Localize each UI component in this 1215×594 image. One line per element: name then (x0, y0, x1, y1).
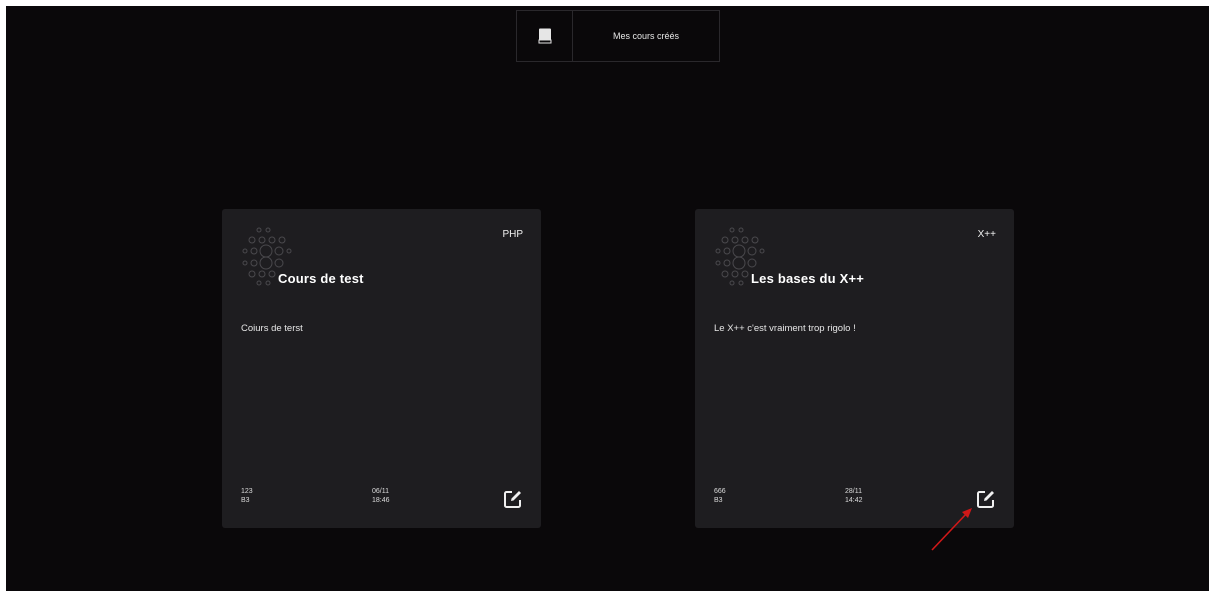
course-code-level: 666 B3 (714, 487, 726, 505)
tab-label: Mes cours créés (612, 31, 680, 41)
course-card[interactable]: X++ Les bases du X++ Le X++ c'est vraime… (695, 209, 1014, 528)
course-title: Les bases du X++ (751, 271, 865, 286)
course-level: B3 (714, 497, 723, 504)
course-datetime: 28/11 14:42 (845, 487, 863, 505)
course-language: PHP (502, 229, 523, 240)
course-language: X++ (977, 229, 996, 240)
app-screen: Mes cours créés PHP Cours de test Coiurs… (6, 6, 1209, 591)
course-date: 06/11 (372, 488, 389, 495)
course-datetime: 06/11 18:46 (372, 487, 390, 505)
course-time: 14:42 (845, 497, 863, 504)
course-description: Coiurs de terst (241, 323, 303, 334)
course-time: 18:46 (372, 497, 390, 504)
edit-icon[interactable] (976, 489, 996, 509)
annotation-arrow-icon (931, 508, 972, 551)
edit-icon[interactable] (503, 489, 523, 509)
course-date: 28/11 (845, 488, 862, 495)
tab-icon-cell (517, 11, 573, 61)
course-code: 123 (241, 488, 253, 495)
course-code: 666 (714, 488, 726, 495)
course-description: Le X++ c'est vraiment trop rigolo ! (714, 323, 856, 334)
book-icon (538, 28, 551, 44)
course-code-level: 123 B3 (241, 487, 253, 505)
created-courses-tab[interactable]: Mes cours créés (516, 10, 720, 62)
course-card[interactable]: PHP Cours de test Coiurs de terst 123 B3… (222, 209, 541, 528)
course-level: B3 (241, 497, 250, 504)
course-title: Cours de test (278, 271, 364, 286)
